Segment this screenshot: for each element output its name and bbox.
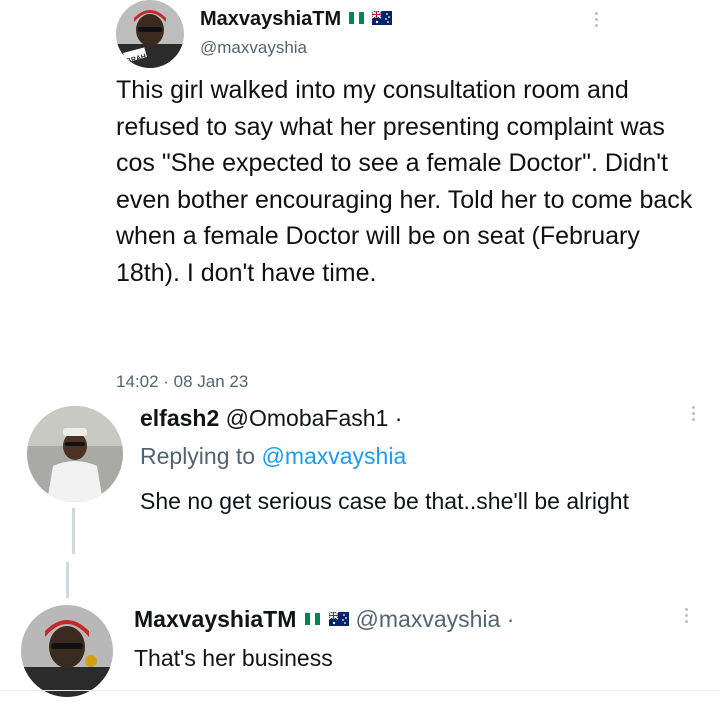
avatar-image: [27, 406, 123, 502]
reply-1-text: She no get serious case be that..she'll …: [140, 488, 629, 514]
australia-flag-icon: [372, 10, 393, 25]
thread-line: [72, 508, 75, 554]
reply-1-avatar[interactable]: [27, 406, 123, 502]
reply-1-header: elfash2 @OmobaFash1 ·: [140, 405, 402, 432]
reply-2-handle[interactable]: @maxvayshia ·: [356, 606, 515, 632]
main-display-name[interactable]: MaxvayshiaTM: [200, 8, 393, 31]
reply-1-display-name[interactable]: elfash2: [140, 405, 219, 431]
thread-line: [66, 562, 69, 598]
reply-1-handle[interactable]: @OmobaFash1 ·: [226, 405, 403, 431]
more-vertical-icon[interactable]: [591, 12, 601, 27]
main-handle[interactable]: @maxvayshia: [200, 38, 307, 58]
main-timestamp[interactable]: 14:02 · 08 Jan 23: [116, 372, 248, 392]
avatar-image: BRAH: [116, 0, 184, 68]
main-avatar[interactable]: BRAH: [116, 0, 184, 68]
nigeria-flag-icon: [304, 612, 320, 625]
main-tweet-text: This girl walked into my consultation ro…: [116, 76, 693, 287]
divider: [0, 690, 720, 691]
replying-to-link[interactable]: @maxvayshia: [261, 443, 406, 469]
reply-2-header: MaxvayshiaTM @maxvayshia ·: [134, 606, 514, 633]
replying-to: Replying to @maxvayshia: [140, 443, 406, 470]
reply-2-avatar[interactable]: [21, 605, 113, 697]
more-vertical-icon[interactable]: [681, 608, 691, 623]
reply-2-text: That's her business: [134, 645, 333, 671]
nigeria-flag-icon: [348, 11, 364, 24]
replying-to-label: Replying to: [140, 443, 256, 469]
avatar-image: [21, 605, 113, 697]
australia-flag-icon: [329, 611, 350, 626]
main-display-name-text: MaxvayshiaTM: [200, 8, 342, 30]
reply-2-display-name[interactable]: MaxvayshiaTM: [134, 606, 296, 632]
more-vertical-icon[interactable]: [688, 406, 698, 421]
